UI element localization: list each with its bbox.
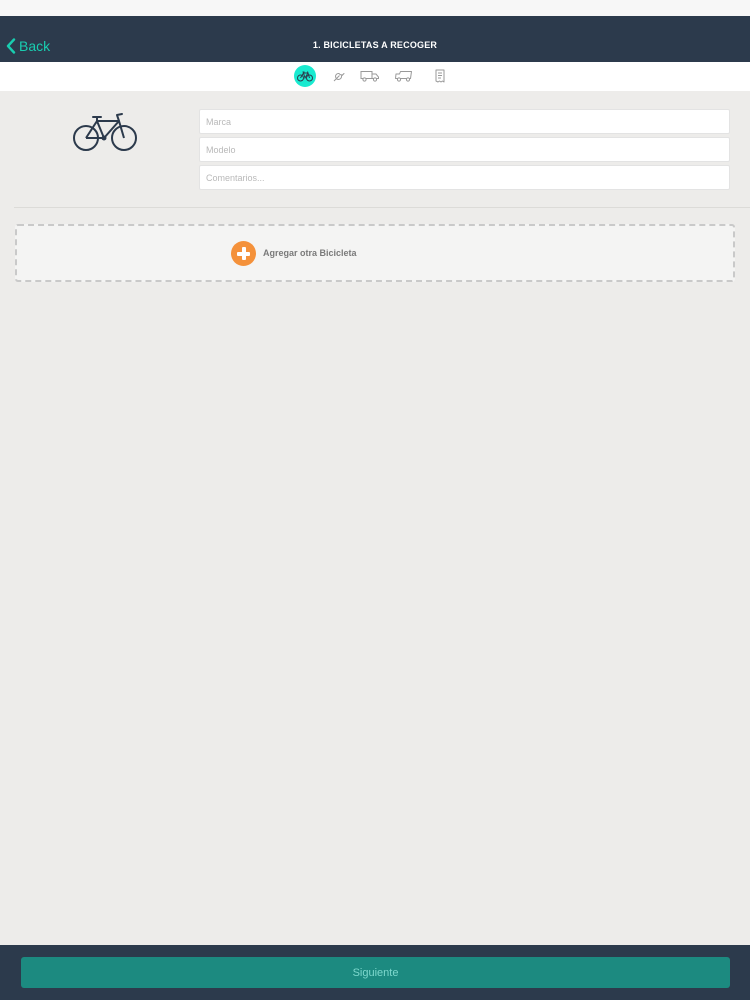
step-bicycle[interactable] [294,65,316,87]
footer-bar: Siguiente [0,945,750,1000]
brand-field[interactable] [199,109,730,134]
bicycle-icon [297,71,313,82]
model-field[interactable] [199,137,730,162]
bicycle-icon [73,113,137,151]
plus-circle-icon [231,241,256,266]
step-indicator [0,62,750,91]
step-service[interactable] [328,65,350,87]
page-title: 1. BICICLETAS A RECOGER [312,40,438,50]
next-button[interactable]: Siguiente [21,957,730,988]
wrench-icon [333,72,345,82]
step-summary[interactable] [429,65,451,87]
navigation-bar: Back 1. BICICLETAS A RECOGER [0,16,750,62]
receipt-icon [435,69,445,83]
delivery-truck-icon [395,71,412,82]
bicycle-entry [0,91,750,207]
comments-field[interactable] [199,165,730,190]
step-delivery[interactable] [393,65,415,87]
status-bar [0,0,750,16]
step-pickup[interactable] [359,65,381,87]
add-bicycle-label: Agregar otra Bicicleta [263,248,357,258]
divider [14,207,750,208]
add-bicycle-button[interactable]: Agregar otra Bicicleta [15,224,735,282]
truck-icon [360,71,379,82]
